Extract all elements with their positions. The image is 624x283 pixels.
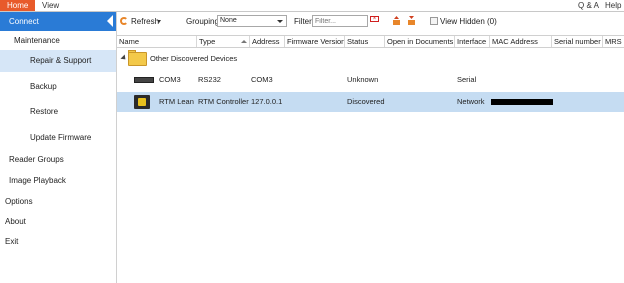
- cell-name: COM3: [159, 75, 181, 84]
- export-icon[interactable]: [392, 16, 401, 25]
- column-mrs[interactable]: MRS: [603, 36, 624, 47]
- column-open-in-documents[interactable]: Open in Documents: [385, 36, 455, 47]
- cell-address: 127.0.0.1: [251, 97, 283, 106]
- column-interface[interactable]: Interface: [455, 36, 490, 47]
- group-label: Other Discovered Devices: [150, 54, 238, 63]
- sidebar-item-about[interactable]: About: [0, 213, 116, 231]
- column-mac-address[interactable]: MAC Address: [490, 36, 552, 47]
- clear-filter-icon[interactable]: ×: [370, 16, 379, 22]
- column-status[interactable]: Status: [345, 36, 385, 47]
- menu-tab-view[interactable]: View: [37, 0, 64, 11]
- toolbar: Refresh Grouping None Filter × View Hidd…: [117, 12, 624, 31]
- grid-header: Name Type Address Firmware Version Statu…: [117, 35, 624, 48]
- cell-status: Unknown: [347, 75, 379, 84]
- view-hidden-label: View Hidden (0): [440, 17, 497, 26]
- folder-icon: [128, 52, 147, 66]
- rtm-controller-icon: [134, 95, 150, 109]
- serial-port-icon: [134, 77, 154, 83]
- sidebar-item-repair-support[interactable]: Repair & Support: [0, 50, 116, 72]
- qa-link[interactable]: Q & A: [578, 0, 599, 11]
- sort-ascending-icon: [241, 40, 247, 43]
- sidebar-item-exit[interactable]: Exit: [0, 233, 116, 251]
- column-type[interactable]: Type: [197, 36, 250, 47]
- help-link[interactable]: Help: [605, 0, 621, 11]
- filter-input[interactable]: [312, 15, 368, 27]
- sidebar-item-label: Connect: [9, 17, 39, 26]
- sidebar-item-update-firmware[interactable]: Update Firmware: [0, 127, 116, 149]
- sidebar-item-maintenance[interactable]: Maintenance: [0, 34, 116, 48]
- sidebar-item-connect[interactable]: Connect: [0, 12, 116, 31]
- sidebar: Connect Maintenance Repair & Support Bac…: [0, 12, 117, 283]
- cell-name: RTM Lean: [159, 97, 194, 106]
- column-label: Type: [199, 37, 216, 46]
- grouping-value: None: [220, 17, 237, 24]
- table-row[interactable]: COM3 RS232 COM3 Unknown Serial: [117, 70, 624, 90]
- group-row[interactable]: Other Discovered Devices: [117, 48, 624, 70]
- cell-type: RS232: [198, 75, 221, 84]
- chevron-left-icon: [107, 15, 113, 27]
- menu-bar: Home View Q & A Help: [0, 0, 624, 11]
- column-name[interactable]: Name: [117, 36, 197, 47]
- cell-status: Discovered: [347, 97, 385, 106]
- refresh-button[interactable]: Refresh: [117, 12, 167, 31]
- filter-label: Filter: [294, 17, 312, 26]
- grouping-label: Grouping: [186, 17, 219, 26]
- sidebar-item-restore[interactable]: Restore: [0, 101, 116, 123]
- sidebar-item-reader-groups[interactable]: Reader Groups: [0, 151, 116, 169]
- sidebar-item-options[interactable]: Options: [0, 193, 116, 211]
- refresh-label: Refresh: [131, 17, 160, 26]
- column-firmware-version[interactable]: Firmware Version: [285, 36, 345, 47]
- column-serial-number[interactable]: Serial number: [552, 36, 603, 47]
- cell-address: COM3: [251, 75, 273, 84]
- table-row-selected[interactable]: RTM Lean RTM Controller 127.0.0.1 Discov…: [117, 92, 624, 112]
- menu-tab-home[interactable]: Home: [0, 0, 36, 11]
- cell-interface: Network: [457, 97, 485, 106]
- cell-type: RTM Controller: [198, 97, 249, 106]
- redacted-mac-address: [491, 99, 553, 105]
- expand-triangle-icon[interactable]: [120, 54, 128, 62]
- sidebar-item-image-playback[interactable]: Image Playback: [0, 172, 116, 190]
- import-icon[interactable]: [407, 16, 416, 25]
- sidebar-item-backup[interactable]: Backup: [0, 76, 116, 98]
- view-hidden-checkbox[interactable]: [430, 17, 438, 25]
- dropdown-arrow-icon: [157, 20, 161, 23]
- chevron-down-icon: [277, 20, 283, 23]
- cell-interface: Serial: [457, 75, 477, 84]
- grouping-select[interactable]: None: [217, 15, 287, 27]
- refresh-icon: [120, 17, 128, 25]
- column-address[interactable]: Address: [250, 36, 285, 47]
